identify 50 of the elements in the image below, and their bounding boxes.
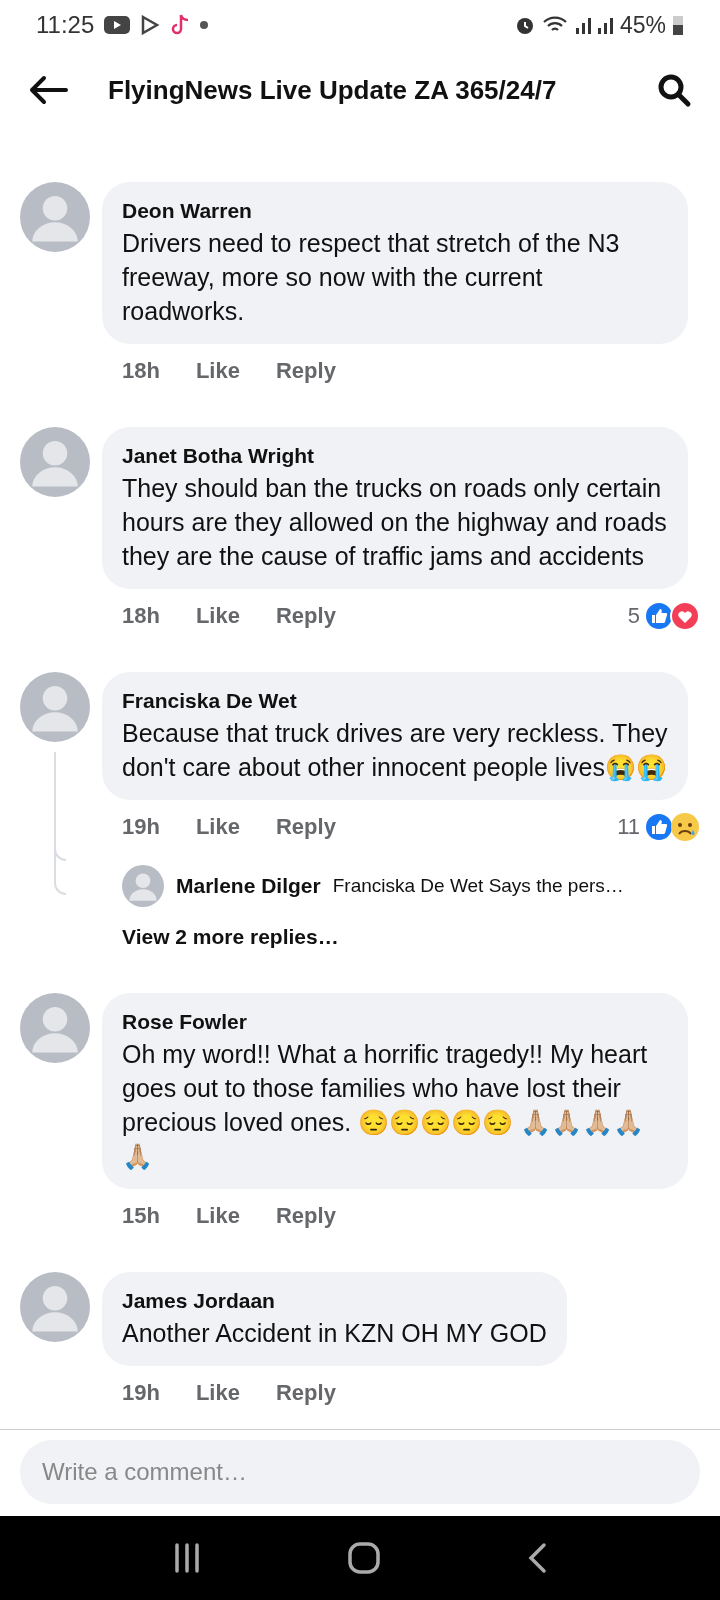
comment-input-field[interactable]: Write a comment… xyxy=(20,1440,700,1504)
comment-timestamp: 19h xyxy=(122,813,160,841)
battery-percentage: 45% xyxy=(619,10,666,40)
comment-text: Another Accident in KZN OH MY GOD xyxy=(122,1317,547,1349)
comment-author[interactable]: Rose Fowler xyxy=(122,1006,668,1037)
reaction-count: 5 xyxy=(627,602,640,630)
avatar[interactable] xyxy=(20,672,90,742)
back-arrow-icon[interactable] xyxy=(28,75,68,105)
avatar[interactable] xyxy=(20,992,90,1063)
like-button[interactable]: Like xyxy=(195,599,240,632)
reaction-count: 11 xyxy=(617,813,640,841)
reply-button[interactable]: Reply xyxy=(275,1375,336,1409)
reply-author[interactable]: Marlene Dilger xyxy=(176,870,321,902)
avatar[interactable] xyxy=(20,1271,90,1342)
comment-text: Drivers need to respect that stretch of the N3 freeway, more so now with the current roadworks. xyxy=(122,228,621,327)
reply-button[interactable]: Reply xyxy=(275,810,336,843)
comment-text: They should ban the trucks on roads only certain hours are they allowed on the highway and roads they are the cause of traffic jams and accidents xyxy=(122,473,668,572)
avatar[interactable] xyxy=(20,182,90,252)
comment-author[interactable]: James Jordaan xyxy=(122,1285,547,1316)
dot-icon xyxy=(200,21,209,29)
avatar[interactable] xyxy=(122,865,164,907)
comment-timestamp: 18h xyxy=(122,357,160,385)
avatar[interactable] xyxy=(20,427,90,497)
reply-button[interactable]: Reply xyxy=(275,599,336,632)
home-icon[interactable] xyxy=(348,1542,380,1574)
comment-timestamp: 15h xyxy=(122,1201,160,1230)
status-time: 11:25 xyxy=(36,10,95,40)
like-button[interactable]: Like xyxy=(195,354,240,387)
like-button[interactable]: Like xyxy=(195,1375,240,1409)
comment-timestamp: 18h xyxy=(122,602,160,630)
search-icon[interactable] xyxy=(656,72,692,108)
like-button[interactable]: Like xyxy=(195,810,240,843)
music-note-icon xyxy=(170,13,191,37)
video-play-icon xyxy=(104,16,131,34)
comment-author[interactable]: Janet Botha Wright xyxy=(122,441,668,471)
reply-preview-text: Franciska De Wet Says the pers… xyxy=(332,873,624,898)
like-button[interactable]: Like xyxy=(195,1198,240,1232)
reply-button[interactable]: Reply xyxy=(275,354,336,387)
battery-icon xyxy=(672,14,684,36)
comment-text: Oh my word!! What a horrific tragedy!! My heart goes out to those families who have lost their precious loved ones. 😔😔😔😔😔 🙏🏼🙏🏼🙏🏼🙏🏼🙏🏼 xyxy=(122,1038,649,1172)
comment-text: Because that truck drives are very reckless. They don't care about other innocent people lives😭😭 xyxy=(122,718,668,783)
page-title: FlyingNews Live Update ZA 365/24/7 xyxy=(108,73,558,107)
comment-timestamp: 19h xyxy=(122,1378,160,1407)
view-more-replies-link[interactable]: View 2 more replies… xyxy=(102,921,339,953)
recent-apps-icon[interactable] xyxy=(173,1543,202,1573)
comment-author[interactable]: Franciska De Wet xyxy=(122,686,668,716)
reply-button[interactable]: Reply xyxy=(275,1198,336,1232)
comment-author[interactable]: Deon Warren xyxy=(122,196,668,226)
play-triangle-icon xyxy=(140,15,161,35)
back-icon[interactable] xyxy=(526,1542,547,1574)
